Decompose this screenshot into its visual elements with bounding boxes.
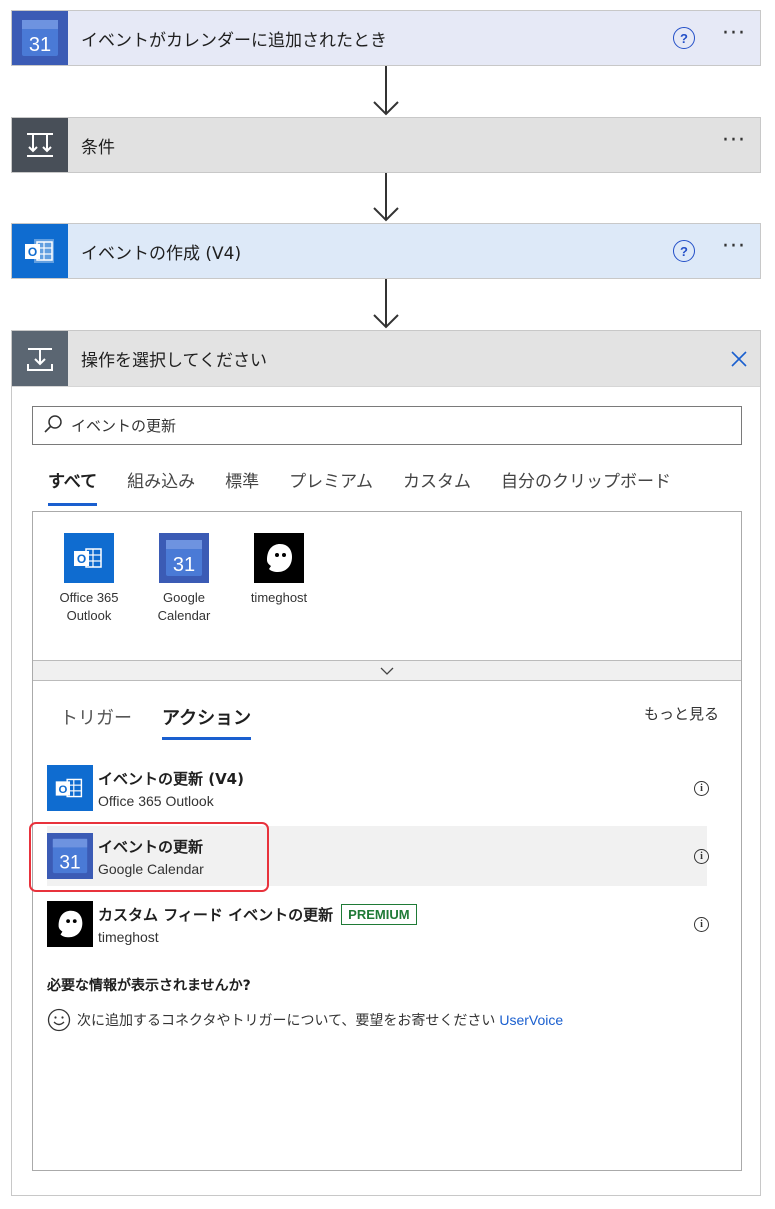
tab-my-clipboard[interactable]: 自分のクリップボード bbox=[501, 467, 671, 506]
trigger-action-tabs: トリガー アクション bbox=[60, 704, 281, 740]
create-event-step-card[interactable]: O イベントの作成 (V4) ? ··· bbox=[11, 223, 761, 279]
choose-operation-header: 操作を選択してください bbox=[12, 331, 760, 387]
svg-text:O: O bbox=[77, 552, 86, 566]
action-connector: Office 365 Outlook bbox=[98, 792, 214, 809]
results-panel: O Office 365 Outlook 31 Google Calendar … bbox=[29, 511, 742, 1171]
choose-operation-title: 操作を選択してください bbox=[81, 351, 267, 371]
tab-standard[interactable]: 標準 bbox=[225, 467, 259, 506]
svg-text:31: 31 bbox=[173, 554, 195, 576]
highlight-box bbox=[29, 822, 269, 892]
step-title: イベントの作成 (V4) bbox=[81, 243, 242, 264]
tab-triggers[interactable]: トリガー bbox=[60, 704, 132, 740]
step-title: 条件 bbox=[81, 137, 115, 158]
tab-premium[interactable]: プレミアム bbox=[289, 467, 373, 506]
tab-actions[interactable]: アクション bbox=[162, 704, 252, 740]
svg-text:O: O bbox=[58, 784, 67, 796]
outlook-icon: O bbox=[64, 533, 114, 583]
google-calendar-icon: 31 bbox=[159, 533, 209, 583]
connector-label: timeghost bbox=[250, 590, 308, 605]
more-options-button[interactable]: ··· bbox=[722, 236, 746, 266]
action-connector: timeghost bbox=[98, 928, 159, 945]
category-tabs: すべて 組み込み 標準 プレミアム カスタム 自分のクリップボード bbox=[48, 467, 701, 506]
flow-arrow-icon bbox=[373, 279, 399, 329]
timeghost-icon bbox=[254, 533, 304, 583]
outlook-icon: O bbox=[12, 224, 68, 278]
feedback-text: 次に追加するコネクタやトリガーについて、要望をお寄せください bbox=[77, 1013, 496, 1029]
help-icon[interactable]: ? bbox=[673, 240, 696, 262]
connector-office365-outlook[interactable]: O Office 365 Outlook bbox=[49, 533, 129, 625]
action-item[interactable]: O イベントの更新 (V4) Office 365 Outlook i bbox=[47, 758, 709, 818]
action-name: カスタム フィード イベントの更新 bbox=[98, 905, 334, 924]
chevron-down-icon bbox=[380, 667, 394, 675]
condition-icon bbox=[12, 118, 68, 172]
search-box[interactable] bbox=[32, 406, 742, 445]
google-calendar-icon: 31 bbox=[12, 11, 68, 65]
see-more-link[interactable]: もっと見る bbox=[644, 703, 719, 724]
outlook-icon: O bbox=[47, 765, 93, 811]
action-name: イベントの更新 (V4) bbox=[98, 769, 244, 788]
smiley-icon bbox=[47, 1008, 71, 1032]
action-item[interactable]: カスタム フィード イベントの更新 PREMIUM timeghost i bbox=[47, 894, 709, 954]
svg-text:31: 31 bbox=[29, 34, 51, 56]
connector-timeghost[interactable]: timeghost bbox=[239, 533, 319, 607]
more-options-button[interactable]: ··· bbox=[722, 23, 746, 53]
connector-list: O Office 365 Outlook 31 Google Calendar … bbox=[33, 512, 741, 660]
info-icon[interactable]: i bbox=[694, 848, 709, 864]
timeghost-icon bbox=[47, 901, 93, 947]
search-input[interactable] bbox=[71, 416, 671, 435]
search-icon bbox=[43, 414, 63, 438]
close-icon[interactable] bbox=[729, 349, 749, 369]
connector-google-calendar[interactable]: 31 Google Calendar bbox=[144, 533, 224, 625]
help-icon[interactable]: ? bbox=[673, 27, 696, 49]
condition-step-card[interactable]: 条件 ··· bbox=[11, 117, 761, 173]
missing-info-heading: 必要な情報が表示されませんか? bbox=[47, 978, 251, 994]
trigger-step-card[interactable]: 31 イベントがカレンダーに追加されたとき ? ··· bbox=[11, 10, 761, 66]
svg-text:O: O bbox=[28, 245, 37, 259]
connector-label: Google Calendar bbox=[157, 590, 211, 623]
tab-all[interactable]: すべて bbox=[48, 467, 98, 506]
choose-operation-panel: 操作を選択してください すべて 組み込み 標準 プレミアム カスタム 自分のクリ… bbox=[11, 330, 761, 1196]
connector-label: Office 365 Outlook bbox=[59, 590, 119, 623]
operation-icon bbox=[12, 331, 68, 386]
tab-built-in[interactable]: 組み込み bbox=[127, 467, 195, 506]
flow-arrow-icon bbox=[373, 66, 399, 116]
feedback-row: 次に追加するコネクタやトリガーについて、要望をお寄せください UserVoice bbox=[47, 1008, 563, 1032]
uservoice-link[interactable]: UserVoice bbox=[499, 1012, 563, 1028]
info-icon[interactable]: i bbox=[694, 916, 709, 932]
flow-arrow-icon bbox=[373, 173, 399, 222]
info-icon[interactable]: i bbox=[694, 780, 709, 796]
more-options-button[interactable]: ··· bbox=[722, 130, 746, 160]
step-title: イベントがカレンダーに追加されたとき bbox=[81, 30, 387, 51]
tab-custom[interactable]: カスタム bbox=[403, 467, 471, 506]
premium-badge: PREMIUM bbox=[341, 903, 417, 925]
expand-connectors-button[interactable] bbox=[33, 660, 741, 681]
